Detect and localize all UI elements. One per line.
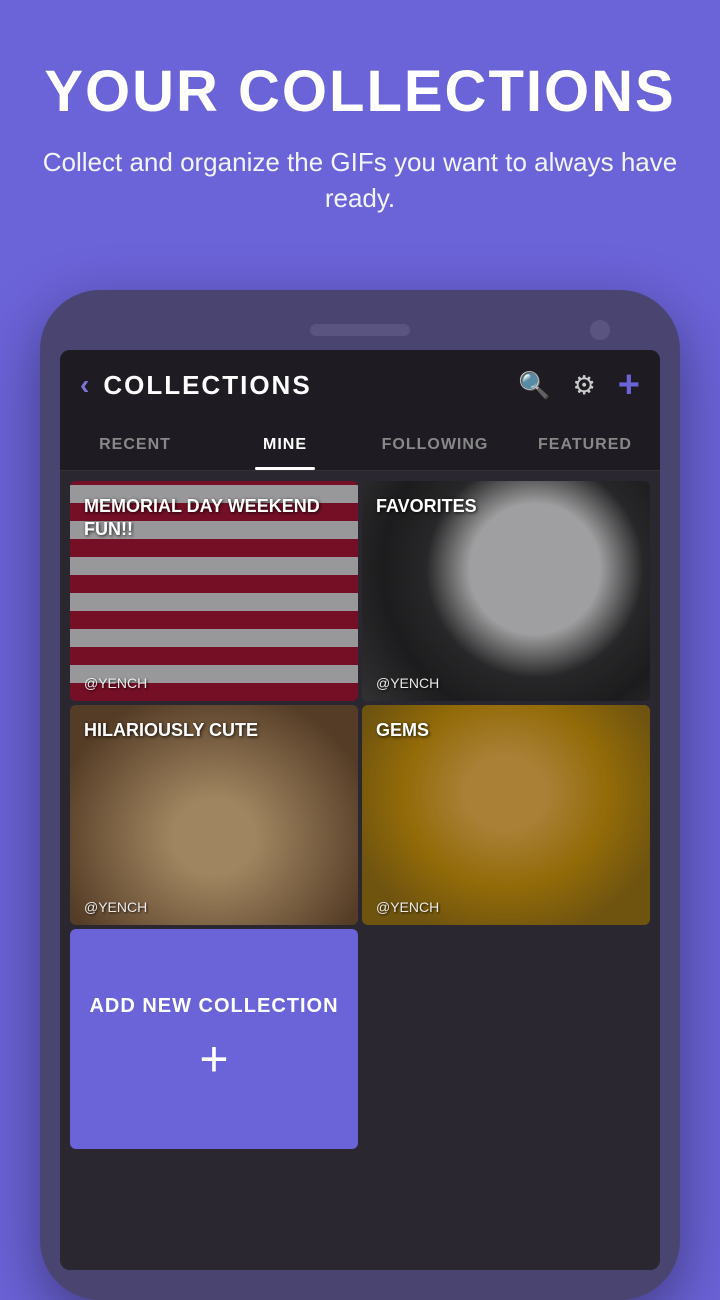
collection-user: @YENCH [84,675,147,691]
collection-title: GEMS [376,719,429,742]
hero-section: YOUR COLLECTIONS Collect and organize th… [0,0,720,247]
phone-top-bar [60,310,660,350]
collections-grid: MEMORIAL DAY WEEKEND FUN!! @YENCH FAVORI… [60,471,660,1159]
collection-title: FAVORITES [376,495,477,518]
collection-title: HILARIOUSLY CUTE [84,719,258,742]
add-collection-header-button[interactable]: + [618,364,640,407]
tab-mine[interactable]: MINE [210,420,360,470]
hero-subtitle: Collect and organize the GIFs you want t… [40,144,680,217]
add-new-collection-button[interactable]: ADD NEW COLLECTION + [70,929,358,1149]
tabs-bar: RECENT MINE FOLLOWING FEATURED [60,420,660,471]
search-icon[interactable]: 🔍 [518,370,550,401]
collection-user: @YENCH [376,899,439,915]
collection-user: @YENCH [84,899,147,915]
collection-card-gems[interactable]: GEMS @YENCH [362,705,650,925]
add-new-collection-label: ADD NEW COLLECTION [89,995,338,1018]
phone-camera [590,320,610,340]
tab-following[interactable]: FOLLOWING [360,420,510,470]
gear-icon[interactable]: ⚙ [572,370,595,401]
phone-mockup: ‹ COLLECTIONS 🔍 ⚙ + RECENT MINE FOLLOWIN… [40,290,680,1300]
app-header: ‹ COLLECTIONS 🔍 ⚙ + [60,350,660,420]
hero-title: YOUR COLLECTIONS [40,60,680,124]
collection-card-hilariously-cute[interactable]: HILARIOUSLY CUTE @YENCH [70,705,358,925]
header-icons: 🔍 ⚙ + [518,364,640,407]
collection-title: MEMORIAL DAY WEEKEND FUN!! [84,495,358,542]
phone-screen: ‹ COLLECTIONS 🔍 ⚙ + RECENT MINE FOLLOWIN… [60,350,660,1270]
add-new-collection-plus-icon: + [199,1034,228,1084]
collection-card-memorial-day[interactable]: MEMORIAL DAY WEEKEND FUN!! @YENCH [70,481,358,701]
collection-card-favorites[interactable]: FAVORITES @YENCH [362,481,650,701]
app-header-title: COLLECTIONS [103,370,518,401]
back-button[interactable]: ‹ [80,369,89,401]
collection-user: @YENCH [376,675,439,691]
tab-featured[interactable]: FEATURED [510,420,660,470]
phone-speaker [310,324,410,336]
tab-recent[interactable]: RECENT [60,420,210,470]
